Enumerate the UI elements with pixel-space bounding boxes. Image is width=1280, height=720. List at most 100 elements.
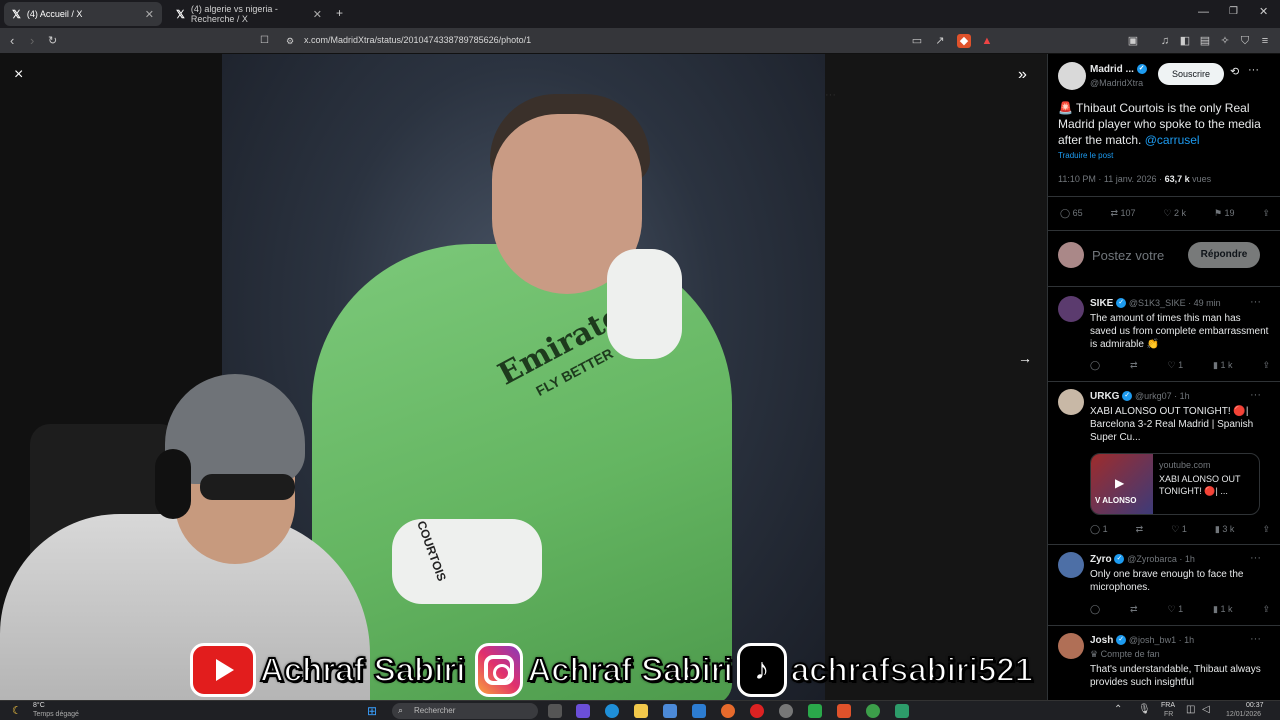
share-icon[interactable]: ⇪ xyxy=(1262,604,1270,615)
restore-icon[interactable]: ❐ xyxy=(1229,6,1238,17)
url-field[interactable]: x.com/MadridXtra/status/2010474338789785… xyxy=(304,35,531,45)
tweet-time[interactable]: 11:10 PM · 11 janv. 2026 · xyxy=(1058,174,1165,184)
brave-shield-icon[interactable]: ◆ xyxy=(957,34,971,48)
reply-author[interactable]: Josh ✓ @josh_bw1 · 1h xyxy=(1090,635,1194,646)
media-player-icon[interactable] xyxy=(808,704,822,718)
reply-avatar[interactable] xyxy=(1058,389,1084,415)
repost-icon[interactable]: ⇄ xyxy=(1130,360,1138,371)
reply-author[interactable]: SIKE ✓ @S1K3_SIKE · 49 min xyxy=(1090,298,1221,309)
reply-item[interactable]: SIKE ✓ @S1K3_SIKE · 49 min ··· The amoun… xyxy=(1048,290,1280,382)
reply-icon[interactable]: ◯ xyxy=(1090,604,1100,615)
more-options-icon[interactable]: ··· xyxy=(1250,633,1261,645)
back-icon[interactable]: ‹ xyxy=(10,33,14,48)
menu-icon[interactable]: ≡ xyxy=(1258,34,1272,48)
close-icon[interactable]: ✕ xyxy=(1259,5,1268,18)
chrome-icon[interactable] xyxy=(866,704,880,718)
reply-button[interactable]: ◯ 65 xyxy=(1060,208,1083,219)
next-photo-button[interactable]: → xyxy=(1018,350,1032,366)
minimize-icon[interactable]: — xyxy=(1198,6,1209,18)
link-card[interactable]: V ALONSO ▶ youtube.com XABI ALONSO OUT T… xyxy=(1090,453,1260,515)
author-name[interactable]: Madrid ... ✓ xyxy=(1090,64,1147,75)
search-box[interactable]: ⌕ Rechercher xyxy=(392,703,538,719)
author-handle[interactable]: @MadridXtra xyxy=(1090,78,1143,88)
reply-item[interactable]: Zyro ✓ @Zyrobarca · 1h ··· Only one brav… xyxy=(1048,546,1280,626)
tab-search[interactable]: 𝕏 (4) algerie vs nigeria - Recherche / X… xyxy=(168,2,330,26)
reply-item[interactable]: Josh ✓ @josh_bw1 · 1h ··· ♛ Compte de fa… xyxy=(1048,627,1280,700)
bookmark-icon[interactable]: ☐ xyxy=(260,35,269,46)
subscribe-button[interactable]: Souscrire xyxy=(1158,63,1224,85)
panel-icon[interactable]: ◧ xyxy=(1178,34,1192,48)
tab-close-icon[interactable]: ✕ xyxy=(145,8,154,21)
sidebar-icon[interactable]: ▣ xyxy=(1126,34,1140,48)
rewards-icon[interactable]: ▲ xyxy=(980,34,994,48)
clock-date[interactable]: 12/01/2026 xyxy=(1226,711,1261,718)
like-button[interactable]: ♡ 1 xyxy=(1171,524,1187,535)
new-tab-button[interactable]: + xyxy=(336,6,343,20)
like-button[interactable]: ♡ 1 xyxy=(1168,604,1184,615)
start-icon[interactable]: ⊞ xyxy=(367,704,377,718)
more-options-icon[interactable]: ··· xyxy=(1250,552,1261,564)
reply-submit-button[interactable]: Répondre xyxy=(1188,242,1260,268)
tab-accueil[interactable]: 𝕏 (4) Accueil / X ✕ xyxy=(4,2,162,26)
weather-desc[interactable]: Temps dégagé xyxy=(33,711,79,718)
grok-icon[interactable]: ⟲ xyxy=(1230,65,1239,78)
repost-icon[interactable]: ⇄ xyxy=(1136,524,1144,535)
app-icon[interactable] xyxy=(895,704,909,718)
repost-icon[interactable]: ⇄ xyxy=(1130,604,1138,615)
store-icon[interactable] xyxy=(663,704,677,718)
bookmark-button[interactable]: ⚑ 19 xyxy=(1214,208,1235,219)
firefox-icon[interactable] xyxy=(721,704,735,718)
more-options-icon[interactable]: ··· xyxy=(1248,64,1259,76)
more-options-icon[interactable]: ··· xyxy=(1250,296,1261,308)
forward-icon[interactable]: › xyxy=(30,33,34,48)
views-button[interactable]: ▮ 3 k xyxy=(1215,524,1234,535)
reply-item[interactable]: URKG ✓ @urkg07 · 1h ··· XABI ALONSO OUT … xyxy=(1048,383,1280,545)
reply-avatar[interactable] xyxy=(1058,633,1084,659)
network-icon[interactable]: ◫ xyxy=(1186,704,1195,715)
microphone-icon[interactable]: 🎙 xyxy=(1138,704,1151,715)
repost-button[interactable]: ⇄ 107 xyxy=(1110,208,1135,219)
edge-icon[interactable] xyxy=(605,704,619,718)
close-viewer-button[interactable]: × xyxy=(14,66,23,84)
music-icon[interactable]: ♫ xyxy=(1158,34,1172,48)
views-button[interactable]: ▮ 1 k xyxy=(1213,604,1232,615)
teams-icon[interactable] xyxy=(576,704,590,718)
share-icon[interactable]: ⇪ xyxy=(1262,360,1270,371)
author-avatar[interactable] xyxy=(1058,62,1086,90)
tab-close-icon[interactable]: ✕ xyxy=(313,8,322,21)
reply-input[interactable]: Postez votre xyxy=(1092,248,1164,263)
like-button[interactable]: ♡ 1 xyxy=(1168,360,1184,371)
reply-author[interactable]: Zyro ✓ @Zyrobarca · 1h xyxy=(1090,554,1195,565)
translate-link[interactable]: Traduire le post xyxy=(1058,151,1113,160)
more-options-icon[interactable]: ··· xyxy=(1250,389,1261,401)
reply-author[interactable]: URKG ✓ @urkg07 · 1h xyxy=(1090,391,1190,402)
reply-icon[interactable]: ◯ xyxy=(1090,360,1100,371)
mention-link[interactable]: @carrusel xyxy=(1145,133,1200,147)
site-info-icon[interactable]: ⚙ xyxy=(286,36,294,47)
settings-icon[interactable] xyxy=(779,704,793,718)
reply-button[interactable]: ◯ 1 xyxy=(1090,524,1108,535)
mail-icon[interactable] xyxy=(692,704,706,718)
weather-temp[interactable]: 8°C xyxy=(33,702,45,709)
cast-icon[interactable]: ▭ xyxy=(910,34,924,48)
expand-panel-button[interactable]: » xyxy=(1018,66,1027,84)
share-button[interactable]: ⇪ xyxy=(1262,208,1270,219)
vpn-icon[interactable]: ⛉ xyxy=(1238,34,1252,48)
reply-avatar[interactable] xyxy=(1058,552,1084,578)
share-icon[interactable]: ⇪ xyxy=(1262,524,1270,535)
brave-icon[interactable] xyxy=(837,704,851,718)
like-button[interactable]: ♡ 2 k xyxy=(1163,208,1186,219)
file-explorer-icon[interactable] xyxy=(634,704,648,718)
language-indicator[interactable]: FRA xyxy=(1161,702,1175,709)
share-icon[interactable]: ↗ xyxy=(933,34,947,48)
tray-chevron-icon[interactable]: ⌃ xyxy=(1114,704,1122,715)
reload-icon[interactable]: ↻ xyxy=(48,34,57,47)
wallet-icon[interactable]: ▤ xyxy=(1198,34,1212,48)
opera-icon[interactable] xyxy=(750,704,764,718)
volume-icon[interactable]: ◁ xyxy=(1202,704,1210,715)
clock-time[interactable]: 00:37 xyxy=(1246,702,1264,709)
extensions-icon[interactable]: ✧ xyxy=(1218,34,1232,48)
views-button[interactable]: ▮ 1 k xyxy=(1213,360,1232,371)
reply-avatar[interactable] xyxy=(1058,296,1084,322)
task-view-icon[interactable] xyxy=(548,704,562,718)
